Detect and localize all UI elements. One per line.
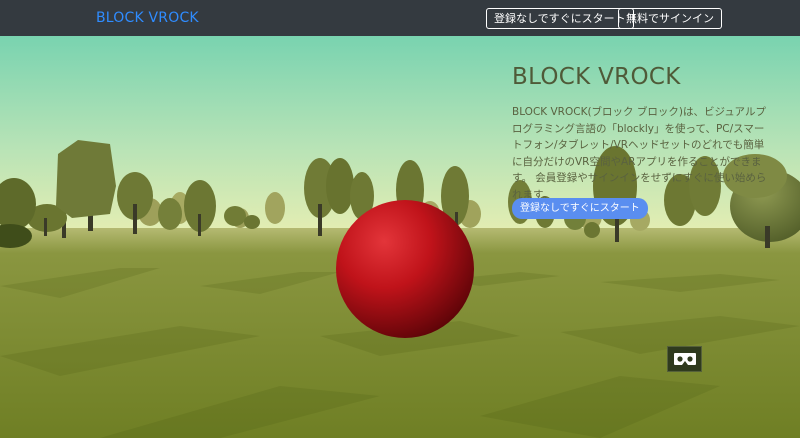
- enter-vr-button[interactable]: [667, 346, 702, 372]
- cardboard-vr-icon: [673, 353, 696, 365]
- top-navbar: BLOCK VROCK 登録なしですぐにスタート 無料でサインイン: [0, 0, 800, 36]
- red-sphere: [336, 200, 474, 338]
- start-without-signup-button[interactable]: 登録なしですぐにスタート: [486, 8, 634, 29]
- hero-panel: BLOCK VROCK BLOCK VROCK(ブロック ブロック)は、ビジュア…: [512, 64, 774, 219]
- hero-title: BLOCK VROCK: [512, 64, 681, 90]
- hero-start-button[interactable]: 登録なしですぐにスタート: [512, 198, 648, 219]
- hero-description: BLOCK VROCK(ブロック ブロック)は、ビジュアルプログラミング言語の「…: [512, 106, 767, 201]
- brand-link[interactable]: BLOCK VROCK: [96, 10, 199, 26]
- free-signin-button[interactable]: 無料でサインイン: [618, 8, 722, 29]
